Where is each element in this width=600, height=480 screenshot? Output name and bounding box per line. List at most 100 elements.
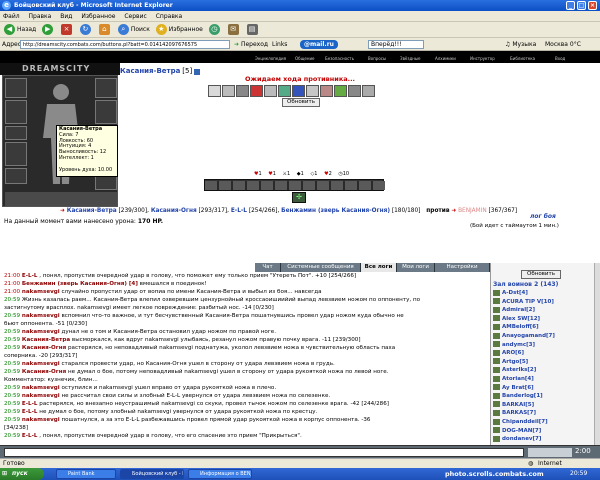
menu-edit[interactable]: Правка	[29, 13, 52, 20]
close-button[interactable]: ×	[588, 1, 597, 10]
tag-icon[interactable]	[362, 85, 375, 97]
site-nav-item[interactable]: Безопасность	[325, 56, 354, 62]
music-button[interactable]: ♫ Музыка	[505, 38, 536, 51]
member-item[interactable]: Asterlks[2]	[493, 366, 536, 374]
chat-input[interactable]	[4, 448, 524, 457]
log-actor[interactable]: Касания-Огня	[22, 345, 66, 351]
tab-settings[interactable]: Настройки	[435, 263, 490, 272]
stop-button[interactable]: ×	[61, 22, 74, 38]
armor-icon[interactable]	[250, 85, 263, 97]
equipment-slot[interactable]	[5, 126, 27, 140]
task-button[interactable]: Информация о BENJ...	[188, 469, 252, 479]
skill-selected-icon[interactable]: ✢	[292, 192, 306, 203]
tab-chat[interactable]: Чат	[255, 263, 281, 272]
member-item[interactable]: A-Dst[4]	[493, 289, 528, 297]
log-actor[interactable]: Бенжамин (зверь Касания-Огня) [4]	[22, 281, 138, 287]
site-nav-item[interactable]: Вход	[555, 56, 565, 62]
member-item[interactable]: andymc[3]	[493, 341, 535, 349]
helm-icon[interactable]	[278, 85, 291, 97]
favorites-button[interactable]: ★ Избранное	[155, 22, 203, 38]
menu-tools[interactable]: Сервис	[124, 13, 146, 20]
log-actor[interactable]: nakamsevgi	[22, 393, 60, 399]
site-nav-item[interactable]: Инструктор	[470, 56, 495, 62]
player-name[interactable]: Касания-Ветра	[120, 67, 180, 75]
site-nav-item[interactable]: Энциклопедия	[255, 56, 286, 62]
shield-icon[interactable]	[264, 85, 277, 97]
log-actor[interactable]: nakamsevgi	[22, 417, 60, 423]
site-nav-item[interactable]: Звёздные	[400, 56, 421, 62]
equipment-slot[interactable]	[95, 78, 117, 98]
site-nav-item[interactable]: Алхимики	[435, 56, 456, 62]
start-button[interactable]: ⊞ пуск	[0, 468, 44, 480]
sword-icon[interactable]	[236, 85, 249, 97]
back-button[interactable]: ◀ Назад	[4, 22, 36, 38]
tab-system[interactable]: Системные сообщения	[281, 263, 361, 272]
equipment-slot[interactable]	[95, 176, 117, 190]
log-actor[interactable]: E-L-L	[22, 409, 38, 415]
site-nav-item[interactable]: Общение	[295, 56, 315, 62]
site-nav-item[interactable]: Вопросы	[368, 56, 386, 62]
mailru-search-input[interactable]: Вперёд!!!	[368, 40, 424, 49]
team1-member[interactable]: Касания-Ветра	[67, 208, 117, 214]
team1-member[interactable]: Касания-Огня	[151, 208, 197, 214]
refresh-list-button[interactable]: Обновить	[521, 270, 561, 279]
members-scrollbar[interactable]	[594, 263, 600, 448]
refresh-button[interactable]: ↻	[79, 22, 93, 38]
minimize-button[interactable]: _	[566, 1, 575, 10]
address-input[interactable]: http://dreamscity.combats.com/buttons.pl…	[20, 40, 230, 49]
go-button[interactable]: ➜ Переход	[234, 38, 268, 51]
tab-my-logs[interactable]: Мои логи	[397, 263, 435, 272]
member-item[interactable]: Banderlog[1]	[493, 392, 543, 400]
log-actor[interactable]: nakamsevgi	[22, 289, 60, 295]
team1-member[interactable]: E-L-L	[231, 208, 247, 214]
mailru-button[interactable]: @mail.ru	[300, 40, 338, 49]
equipment-slot[interactable]	[5, 168, 27, 184]
history-button[interactable]: ◷	[208, 22, 222, 38]
log-actor[interactable]: nakamsevgi	[22, 313, 60, 319]
task-button[interactable]: Paint Bank	[56, 469, 116, 479]
skills-bar[interactable]	[204, 179, 385, 191]
maximize-button[interactable]: □	[577, 1, 586, 10]
member-item[interactable]: Chipanddeil[7]	[493, 418, 548, 426]
print-button[interactable]: ▤	[246, 22, 260, 38]
menu-help[interactable]: Справка	[156, 13, 182, 20]
log-actor[interactable]: nakamsevgi	[22, 361, 60, 367]
shield-icon[interactable]	[222, 85, 235, 97]
search-button[interactable]: ⌕ Поиск	[117, 22, 150, 38]
weather-widget[interactable]: Москва 0°C	[545, 38, 581, 51]
log-actor[interactable]: E-L-L	[22, 273, 38, 279]
log-actor[interactable]: nakamsevgi	[22, 385, 60, 391]
lock-icon[interactable]	[348, 85, 361, 97]
magic-icon[interactable]	[292, 85, 305, 97]
log-actor[interactable]: Касания-Огня	[22, 369, 66, 375]
scroll-icon[interactable]	[320, 85, 333, 97]
member-item[interactable]: dondanev[7]	[493, 435, 541, 443]
links-button[interactable]: Links	[272, 38, 287, 51]
member-item[interactable]: DOG-MAN[7]	[493, 427, 541, 435]
log-actor[interactable]: Касания-Ветра	[22, 337, 70, 343]
battle-log-link[interactable]: лог боя	[530, 213, 556, 220]
herb-icon[interactable]	[334, 85, 347, 97]
home-button[interactable]: ⌂	[98, 22, 112, 38]
member-item[interactable]: BARKAI[5]	[493, 401, 534, 409]
menu-favorites[interactable]: Избранное	[81, 13, 115, 20]
member-item[interactable]: Alex SW[12]	[493, 315, 540, 323]
equipment-slot[interactable]	[5, 142, 27, 166]
menu-file[interactable]: Файл	[3, 13, 20, 20]
heart-icon[interactable]	[208, 85, 221, 97]
info-icon[interactable]	[194, 68, 201, 75]
member-item[interactable]: ACURA TIP V[10]	[493, 298, 554, 306]
mail-button[interactable]: ✉	[227, 22, 241, 38]
member-item[interactable]: Admiral[2]	[493, 306, 535, 314]
member-item[interactable]: Anayogamand[7]	[493, 332, 555, 340]
log-actor[interactable]: E-L-L	[22, 401, 38, 407]
log-actor[interactable]: nakamsevgi	[22, 329, 60, 335]
chat-controls[interactable]	[528, 448, 572, 457]
inventory-strip[interactable]	[5, 192, 117, 206]
member-item[interactable]: Artgo[5]	[493, 358, 528, 366]
member-item[interactable]: Ay Brat[6]	[493, 384, 534, 392]
member-item[interactable]: AMBeloff[6]	[493, 323, 539, 331]
member-item[interactable]: Atorian[4]	[493, 375, 534, 383]
menu-view[interactable]: Вид	[60, 13, 72, 20]
member-item[interactable]: BARKAS[7]	[493, 409, 536, 417]
